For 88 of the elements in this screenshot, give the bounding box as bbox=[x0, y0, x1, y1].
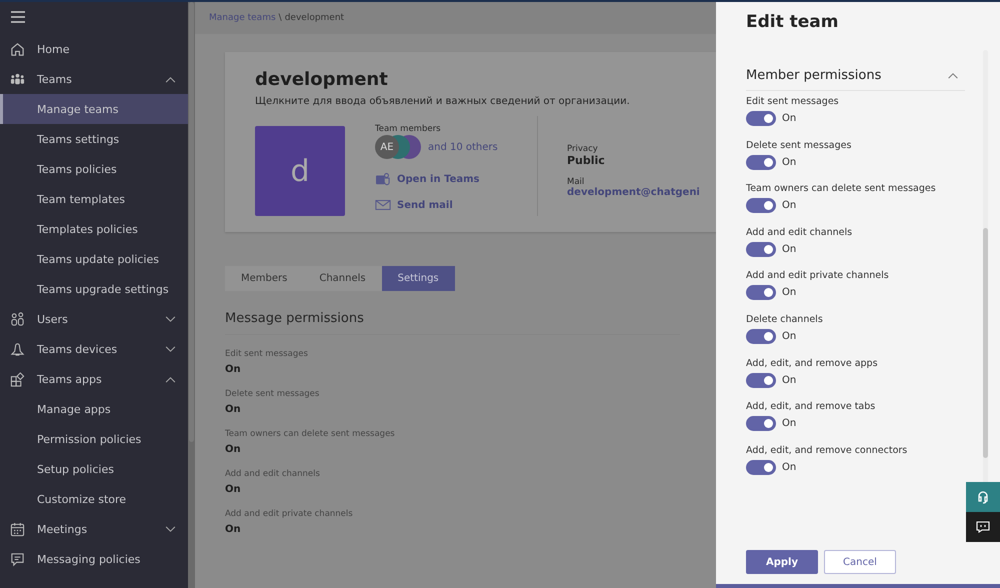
nav-item[interactable]: Messaging policies bbox=[0, 544, 188, 574]
section-title: Message permissions bbox=[225, 311, 680, 335]
toggle-state: On bbox=[782, 374, 796, 386]
apps-icon bbox=[10, 372, 25, 386]
nav-subitem[interactable]: Teams upgrade settings bbox=[0, 274, 188, 304]
setting-label: Add and edit private channels bbox=[225, 509, 354, 519]
toggle-label: Delete sent messages bbox=[746, 140, 852, 151]
toggle-label: Add and edit channels bbox=[746, 226, 854, 238]
toggle-label: Add, edit, and remove apps bbox=[746, 358, 879, 369]
users-icon bbox=[10, 312, 25, 326]
toggle-switch[interactable] bbox=[746, 198, 776, 214]
help-button[interactable] bbox=[966, 482, 1000, 512]
section-title: Member permissions bbox=[746, 68, 882, 83]
toggle-state: On bbox=[782, 156, 796, 168]
toggle-switch[interactable] bbox=[746, 416, 776, 432]
toggle-label: Edit sent messages bbox=[746, 96, 840, 107]
calendar-icon bbox=[10, 522, 25, 536]
nav-subitem[interactable]: Manage teams bbox=[0, 94, 188, 124]
cancel-button[interactable]: Cancel bbox=[824, 550, 896, 574]
toggle-label: Add and edit private channels bbox=[746, 270, 890, 282]
headset-icon bbox=[977, 490, 989, 504]
chat-icon bbox=[976, 521, 990, 533]
privacy-label: Privacy bbox=[567, 144, 599, 154]
nav-subitem[interactable]: Teams policies bbox=[0, 154, 188, 184]
team-avatar: d bbox=[255, 126, 345, 216]
nav-subitem[interactable]: Setup policies bbox=[0, 454, 188, 484]
nav-subitem[interactable]: Team templates bbox=[0, 184, 188, 214]
toggle-switch[interactable] bbox=[746, 285, 776, 300]
nav-item[interactable]: Meetings bbox=[0, 514, 188, 544]
toggle-switch[interactable] bbox=[746, 372, 776, 388]
nav-item[interactable]: Users bbox=[0, 304, 188, 334]
nav-item[interactable]: Teams bbox=[0, 64, 188, 94]
toggle-switch[interactable] bbox=[746, 460, 776, 475]
tab[interactable]: Members bbox=[225, 266, 304, 291]
chevron-up-icon[interactable] bbox=[947, 72, 959, 79]
setting-value: On bbox=[225, 524, 242, 535]
toggle-switch[interactable] bbox=[746, 328, 776, 344]
setting-label: Delete sent messages bbox=[225, 389, 320, 399]
home-icon bbox=[10, 42, 25, 56]
people-icon bbox=[10, 72, 25, 86]
toggle-switch[interactable] bbox=[746, 242, 776, 257]
toggle-state: On bbox=[782, 244, 796, 255]
teams-icon bbox=[375, 172, 391, 186]
toggle-switch[interactable] bbox=[746, 111, 776, 126]
mail-label: Mail bbox=[567, 177, 586, 187]
setting-value: On bbox=[225, 484, 242, 495]
panel-title: Edit team bbox=[746, 12, 840, 32]
toggle-label: Team owners can delete sent messages bbox=[746, 183, 937, 194]
toggle-state: On bbox=[782, 113, 796, 124]
privacy-value: Public bbox=[567, 154, 606, 167]
breadcrumb-current: development bbox=[284, 13, 344, 23]
toggle-label: Add, edit, and remove tabs bbox=[746, 401, 876, 412]
nav-subitem[interactable]: Teams update policies bbox=[0, 244, 188, 274]
nav-item[interactable]: Teams devices bbox=[0, 334, 188, 364]
tab[interactable]: Settings bbox=[382, 266, 455, 291]
setting-value: On bbox=[225, 444, 242, 455]
team-description: Щелкните для ввода объявлений и важных сведений от организации. bbox=[255, 96, 631, 107]
nav-subitem[interactable]: Permission policies bbox=[0, 424, 188, 454]
member-avatar: AE bbox=[375, 135, 399, 159]
apply-button[interactable]: Apply bbox=[746, 550, 818, 574]
setting-label: Team owners can delete sent messages bbox=[225, 429, 396, 439]
nav-subitem[interactable]: Manage apps bbox=[0, 394, 188, 424]
nav-subitem[interactable]: Teams settings bbox=[0, 124, 188, 154]
toggle-label: Delete channels bbox=[746, 314, 824, 325]
menu-icon[interactable] bbox=[11, 11, 25, 23]
setting-label: Add and edit channels bbox=[225, 469, 321, 479]
toggle-state: On bbox=[782, 200, 796, 212]
members-label: Team members bbox=[375, 124, 442, 134]
toggle-state: On bbox=[782, 462, 796, 473]
nav-item[interactable]: Teams apps bbox=[0, 364, 188, 394]
nav-subitem[interactable]: Templates policies bbox=[0, 214, 188, 244]
setting-value: On bbox=[225, 404, 242, 415]
nav-item[interactable]: Home bbox=[0, 34, 188, 64]
tab[interactable]: Channels bbox=[303, 266, 382, 291]
mail-icon bbox=[375, 198, 391, 212]
nav-subitem[interactable]: Customize store bbox=[0, 484, 188, 514]
toggle-state: On bbox=[782, 287, 796, 298]
feedback-button[interactable] bbox=[966, 512, 1000, 542]
toggle-switch[interactable] bbox=[746, 154, 776, 170]
breadcrumb-separator: \ bbox=[278, 13, 282, 23]
setting-value: On bbox=[225, 364, 242, 375]
toggle-label: Add, edit, and remove connectors bbox=[746, 444, 908, 456]
message-icon bbox=[10, 552, 25, 566]
toggle-state: On bbox=[782, 330, 796, 342]
toggle-state: On bbox=[782, 418, 796, 430]
bell-icon bbox=[10, 342, 25, 356]
team-name: development bbox=[255, 69, 389, 90]
setting-label: Edit sent messages bbox=[225, 349, 309, 359]
